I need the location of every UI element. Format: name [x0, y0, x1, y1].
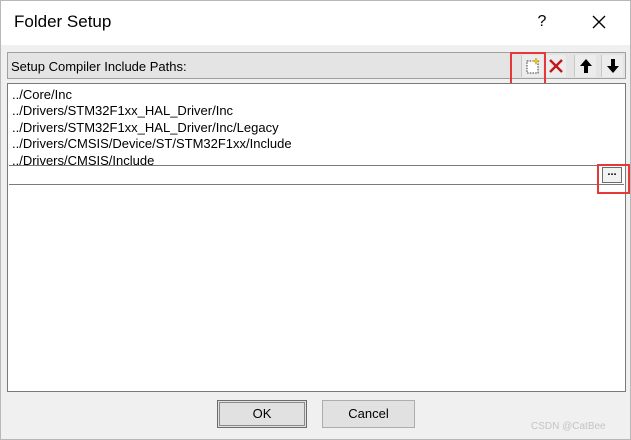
- browse-highlight: [597, 164, 630, 194]
- path-item[interactable]: ../Drivers/CMSIS/Device/ST/STM32F1xx/Inc…: [12, 136, 292, 152]
- path-edit-field[interactable]: [9, 165, 624, 185]
- path-item[interactable]: ../Core/Inc: [12, 87, 292, 103]
- cancel-button[interactable]: Cancel: [322, 400, 415, 428]
- title-bar: Folder Setup ?: [1, 1, 630, 45]
- watermark: CSDN @CatBee: [531, 421, 606, 432]
- dialog-title: Folder Setup: [14, 12, 112, 31]
- delete-button[interactable]: [544, 55, 566, 77]
- path-item[interactable]: ../Drivers/STM32F1xx_HAL_Driver/Inc/Lega…: [12, 120, 292, 136]
- new-folder-highlight: [510, 52, 546, 87]
- move-up-button[interactable]: [574, 55, 596, 77]
- close-icon: [592, 15, 606, 29]
- move-down-icon: [607, 59, 619, 73]
- path-item[interactable]: ../Drivers/STM32F1xx_HAL_Driver/Inc: [12, 103, 292, 119]
- delete-icon: [549, 59, 563, 73]
- path-list: ../Core/Inc ../Drivers/STM32F1xx_HAL_Dri…: [12, 87, 292, 169]
- close-button[interactable]: [586, 9, 612, 35]
- ok-button[interactable]: OK: [217, 400, 307, 428]
- folder-setup-dialog: Folder Setup ? Setup Compiler Include Pa…: [0, 0, 631, 440]
- move-down-button[interactable]: [601, 55, 623, 77]
- include-paths-label: Setup Compiler Include Paths:: [11, 59, 187, 74]
- move-up-icon: [580, 59, 592, 73]
- include-paths-list: ../Core/Inc ../Drivers/STM32F1xx_HAL_Dri…: [7, 83, 626, 392]
- help-button[interactable]: ?: [529, 9, 555, 35]
